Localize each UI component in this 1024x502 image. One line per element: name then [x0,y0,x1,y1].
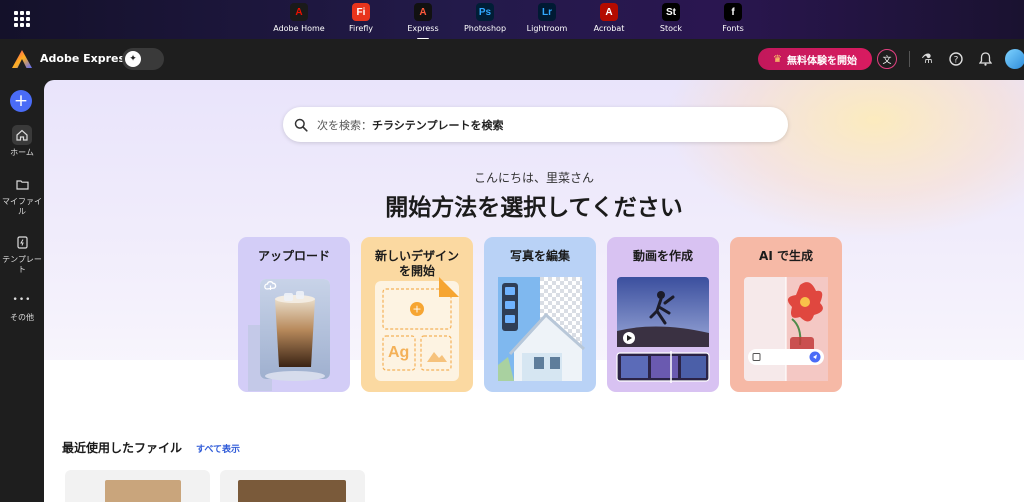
app-switcher-bar: A Adobe Home Fi Firefly A Express Ps Photoshop L… [0,0,1024,40]
app-list: A Adobe Home Fi Firefly A Express Ps Photoshop L… [268,3,764,40]
rail-item-templates[interactable]: テンプレート [0,232,44,275]
app-photoshop[interactable]: Ps Photoshop [454,3,516,33]
ag-text-sample: Ag [388,344,410,361]
recent-file-thumbnail[interactable] [65,470,210,502]
app-lightroom[interactable]: Lr Lightroom [516,3,578,33]
app-label: Photoshop [463,24,507,33]
search-placeholder: 次を検索：チラシテンプレートを検索 [317,118,504,132]
show-all-link[interactable]: すべて表示 [196,442,240,455]
create-video-card[interactable]: 動画を作成 [607,237,719,392]
translate-icon[interactable]: 文 [877,49,897,69]
app-acrobat[interactable]: A Acrobat [578,3,640,33]
bell-icon[interactable] [976,50,994,68]
trial-button-label: 無料体験を開始 [786,55,857,67]
app-stock[interactable]: St Stock [640,3,702,33]
recent-files-heading: 最近使用したファイル [62,441,183,455]
ai-generate-illustration [744,277,828,381]
start-trial-button[interactable]: ♛ 無料体験を開始 [758,48,872,70]
recent-file-thumbnail[interactable] [220,470,365,502]
new-design-card[interactable]: 新しいデザイン を開始 + Ag [361,237,473,392]
rail-item-more[interactable]: ••• その他 [0,290,44,323]
adobe-express-logo-icon[interactable] [12,50,32,68]
app-adobe-home[interactable]: A Adobe Home [268,3,330,33]
left-rail: + ホーム マイファイル テンプレート ••• その他 [0,80,44,502]
rail-item-home[interactable]: ホーム [0,125,44,158]
express-icon: A [414,3,432,21]
search-icon [294,118,308,132]
new-design-illustration: + [375,277,459,381]
app-label: Firefly [348,24,374,33]
upload-illustration [248,279,330,391]
search-bar[interactable]: 次を検索：チラシテンプレートを検索 [283,107,788,142]
rail-label-more: その他 [10,313,34,322]
app-grid-icon[interactable] [14,11,30,27]
app-firefly[interactable]: Fi Firefly [330,3,392,33]
home-main: 次を検索：チラシテンプレートを検索 こんにちは、里菜さん 開始方法を選択してくだ… [44,80,1024,502]
edit-photo-card[interactable]: 写真を編集 [484,237,596,392]
header-divider [909,51,910,67]
quick-start-cards: アップロード 新しいデザイン を開始 + Ag 写真を編集 動画を作成 AI で… [238,237,842,392]
app-label: Adobe Home [273,24,325,33]
file-preview-image [238,480,346,502]
app-label: Acrobat [593,24,625,33]
app-fonts[interactable]: f Fonts [702,3,764,33]
greeting-text: こんにちは、里菜さん [473,171,594,185]
more-icon: ••• [12,295,32,305]
acrobat-icon: A [600,3,618,21]
app-header: Adobe Express ✦ ♛ 無料体験を開始 文 ⚗ ? [0,39,1024,80]
crown-icon: ♛ [773,53,782,65]
rail-label-my-files: マイファイル [2,197,42,216]
folder-icon [12,174,32,194]
photoshop-icon: Ps [476,3,494,21]
feature-toggle[interactable]: ✦ [122,48,164,70]
rail-label-home: ホーム [10,148,34,157]
upload-card[interactable]: アップロード [238,237,350,392]
template-icon [12,232,32,252]
firefly-icon: Fi [352,3,370,21]
home-icon [12,125,32,145]
help-icon[interactable]: ? [947,50,965,68]
app-express[interactable]: A Express [392,3,454,40]
user-avatar[interactable] [1005,49,1024,69]
create-video-illustration [616,277,710,383]
create-new-button[interactable]: + [10,90,32,112]
adobe-home-icon: A [290,3,308,21]
stock-icon: St [662,3,680,21]
app-label: Fonts [722,24,744,33]
rail-item-my-files[interactable]: マイファイル [0,174,44,217]
fonts-icon: f [724,3,742,21]
file-preview-image [105,480,181,502]
lightroom-icon: Lr [538,3,556,21]
flask-icon[interactable]: ⚗ [918,50,936,68]
sparkle-icon: ✦ [125,51,141,67]
brand-name[interactable]: Adobe Express [40,52,132,65]
svg-text:?: ? [954,56,959,66]
edit-photo-illustration [498,277,586,381]
app-label: Stock [659,24,683,33]
app-label: Lightroom [526,24,568,33]
app-label: Express [407,24,439,33]
rail-label-templates: テンプレート [2,255,42,274]
svg-text:+: + [412,303,421,316]
ai-generate-card[interactable]: AI で生成 [730,237,842,392]
page-title: 開始方法を選択してください [385,195,683,221]
